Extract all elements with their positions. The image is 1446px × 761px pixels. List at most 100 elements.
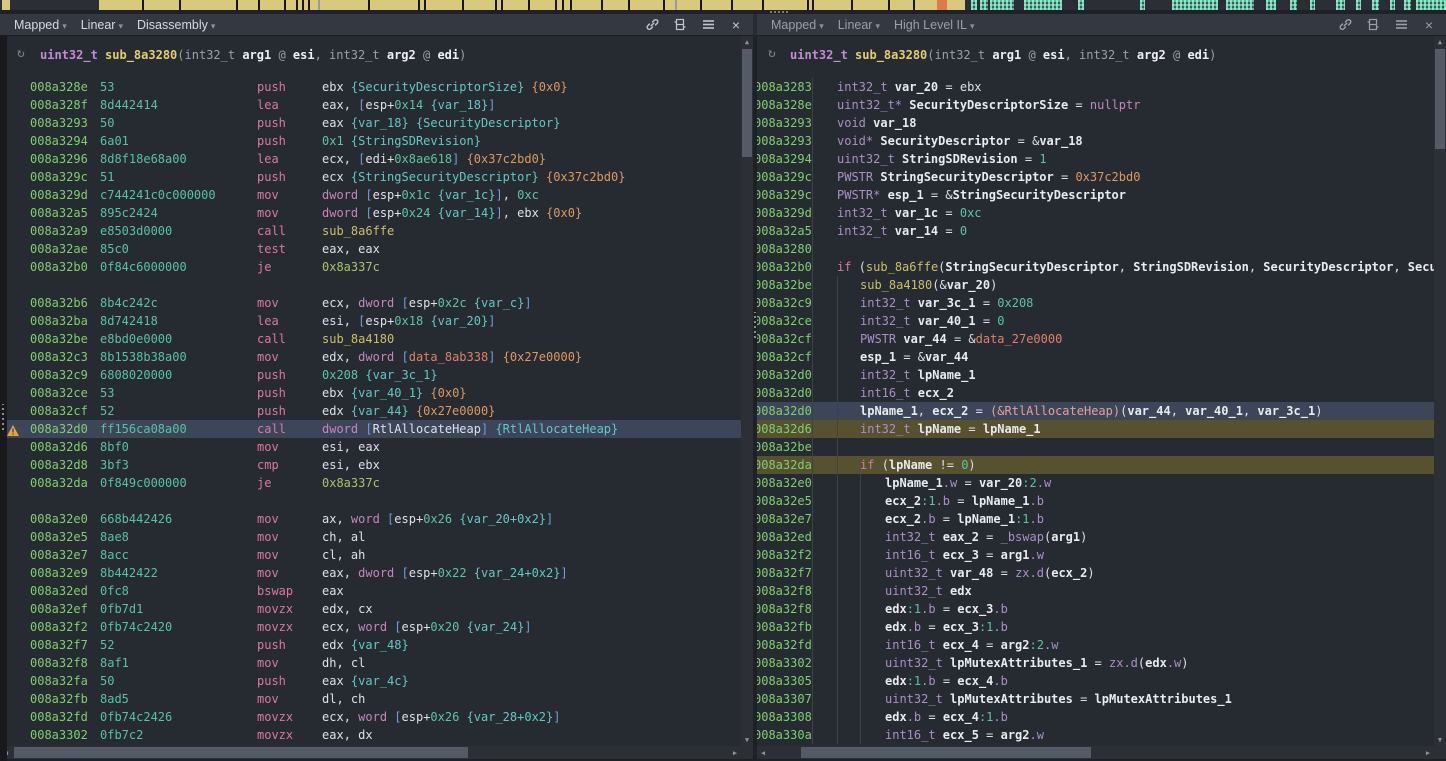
address[interactable]: 008a32fa [30, 672, 88, 690]
right-vertical-scrollbar[interactable]: ▲ ▼ [1434, 36, 1446, 746]
address[interactable]: 008a3293 [30, 114, 88, 132]
hlil-line[interactable]: 008a3305edx:1.b = ecx_4.b [757, 672, 1446, 690]
hlil-line[interactable]: 008a32b0if (sub_8a6ffe(StringSecurityDes… [757, 258, 1446, 276]
address[interactable]: 008a329c [757, 186, 812, 204]
address[interactable]: 008a32d0 [30, 420, 88, 438]
address[interactable]: 008a32ae [30, 240, 88, 258]
right-view-menu-mapped[interactable]: Mapped▾ [771, 18, 824, 32]
address[interactable]: 008a32fd [757, 636, 812, 654]
menu-icon[interactable] [701, 18, 715, 32]
hlil-line[interactable]: 008a32cfPWSTR var_44 = &data_27e0000 [757, 330, 1446, 348]
feature-map[interactable] [0, 0, 1446, 10]
close-icon[interactable]: × [1422, 18, 1436, 32]
disasm-line[interactable]: 008a32b68b4c242cmovecx, dword [esp+0x2c … [0, 294, 753, 312]
scroll-up-button[interactable]: ▲ [1434, 36, 1446, 48]
address[interactable]: 008a3294 [757, 150, 812, 168]
scrollbar-thumb[interactable] [14, 747, 468, 758]
address[interactable]: 008a32da [30, 474, 88, 492]
disasm-line[interactable]: 008a32968d8f18e68a00leaecx, [edi+0x8ae61… [0, 150, 753, 168]
address[interactable]: 008a32d0 [757, 366, 812, 384]
address[interactable]: 008a32cf [757, 330, 812, 348]
address[interactable]: 008a32f2 [30, 618, 88, 636]
disasm-line[interactable]: 008a328f8d442414leaeax, [esp+0x14 {var_1… [0, 96, 753, 114]
address[interactable]: 008a32b0 [30, 258, 88, 276]
disasm-line[interactable]: 008a32e0668b442426movax, word [esp+0x26 … [0, 510, 753, 528]
disasm-line[interactable]: 008a32f20fb74c2420movzxecx, word [esp+0x… [0, 618, 753, 636]
disasm-line[interactable]: 008a32ed0fc8bswapeax [0, 582, 753, 600]
address[interactable]: 008a3280 [757, 240, 812, 258]
hlil-line[interactable]: 008a32daif (lpName != 0) [757, 456, 1446, 474]
address[interactable]: 008a32ef [30, 600, 88, 618]
close-icon[interactable]: × [729, 18, 743, 32]
address[interactable]: 008a32e7 [30, 546, 88, 564]
address[interactable]: 008a3294 [30, 132, 88, 150]
left-horizontal-scrollbar[interactable]: ◀ ▶ [0, 746, 741, 759]
address[interactable]: 008a3308 [757, 708, 812, 726]
hlil-line[interactable]: 008a32d6int32_t lpName = lpName_1 [757, 420, 1446, 438]
feature-map-grip[interactable] [770, 11, 788, 13]
hlil-line[interactable]: 008a32be [757, 438, 1446, 456]
disasm-line[interactable]: 008a32fb8ad5movdl, ch [0, 690, 753, 708]
address[interactable]: 008a330a [757, 726, 812, 744]
hlil-line[interactable]: 008a329cPWSTR* esp_1 = &StringSecurityDe… [757, 186, 1446, 204]
hlil-line[interactable]: 008a32e0lpName_1.w = var_20:2.w [757, 474, 1446, 492]
scroll-left-button[interactable]: ◀ [757, 747, 769, 759]
address[interactable]: 008a32be [757, 438, 812, 456]
hlil-line[interactable]: 008a3280 [757, 240, 1446, 258]
hlil-line[interactable]: 008a32e5ecx_2:1.b = lpName_1.b [757, 492, 1446, 510]
address[interactable]: 008a32cf [30, 402, 88, 420]
split-view-icon[interactable] [1366, 18, 1380, 32]
address[interactable]: 008a32f7 [30, 636, 88, 654]
disasm-line[interactable]: 008a32bee8bd0e0000callsub_8a4180 [0, 330, 753, 348]
address[interactable]: 008a32e0 [757, 474, 812, 492]
hlil-line[interactable]: 008a32f2int16_t ecx_3 = arg1.w [757, 546, 1446, 564]
disasm-line[interactable]: 008a32e98b442422moveax, dword [esp+0x22 … [0, 564, 753, 582]
hlil-line[interactable]: 008a32besub_8a4180(&var_20) [757, 276, 1446, 294]
scrollbar-thumb[interactable] [742, 49, 752, 157]
hlil-line[interactable]: 008a32f8edx:1.b = ecx_3.b [757, 600, 1446, 618]
right-view-menu-hlil[interactable]: High Level IL▾ [894, 18, 975, 32]
address[interactable]: 008a3307 [757, 690, 812, 708]
address[interactable]: 008a3283 [757, 78, 812, 96]
address[interactable]: 008a32c9 [30, 366, 88, 384]
disasm-line[interactable]: 008a32ef0fb7d1movzxedx, cx [0, 600, 753, 618]
address[interactable]: 008a32cf [757, 348, 812, 366]
address[interactable]: 008a32f7 [757, 564, 812, 582]
scroll-right-button[interactable]: ▶ [1422, 747, 1434, 759]
address[interactable]: 008a329c [30, 168, 88, 186]
address[interactable]: 008a32d6 [30, 438, 88, 456]
address[interactable]: 008a32f8 [30, 654, 88, 672]
address[interactable]: 008a32f2 [757, 546, 812, 564]
hlil-line[interactable]: 008a32edint32_t eax_2 = _bswap(arg1) [757, 528, 1446, 546]
refresh-icon[interactable]: ↻ [768, 46, 776, 61]
address[interactable]: 008a32f8 [757, 582, 812, 600]
address[interactable]: 008a32ce [757, 312, 812, 330]
address[interactable]: 008a32b0 [757, 258, 812, 276]
address[interactable]: 008a3293 [757, 132, 812, 150]
hlil-line[interactable]: 008a3293void* SecurityDescriptor = &var_… [757, 132, 1446, 150]
hlil-line[interactable]: 008a32cfesp_1 = &var_44 [757, 348, 1446, 366]
disasm-line[interactable]: 008a32a9e8503d0000callsub_8a6ffe [0, 222, 753, 240]
address[interactable]: 008a32c9 [757, 294, 812, 312]
left-vertical-scrollbar[interactable]: ▲ ▼ [741, 36, 753, 746]
address[interactable]: 008a32e5 [30, 528, 88, 546]
hlil-line[interactable]: 008a32d0lpName_1, ecx_2 = (&RtlAllocateH… [757, 402, 1446, 420]
address[interactable]: 008a32e0 [30, 510, 88, 528]
hlil-line[interactable]: 008a32e7ecx_2.b = lpName_1:1.b [757, 510, 1446, 528]
refresh-icon[interactable]: ↻ [17, 46, 25, 61]
hlil-line[interactable]: 008a3294uint32_t StringSDRevision = 1 [757, 150, 1446, 168]
address[interactable]: 008a32ed [757, 528, 812, 546]
address[interactable]: 008a3302 [757, 654, 812, 672]
hlil-line[interactable]: 008a32a5int32_t var_14 = 0 [757, 222, 1446, 240]
address[interactable]: 008a329d [757, 204, 812, 222]
sidebar-edge-grip[interactable] [2, 404, 4, 430]
hlil-line[interactable]: 008a328euint32_t* SecurityDescriptorSize… [757, 96, 1446, 114]
hlil-line[interactable]: 008a330aint16_t ecx_5 = arg2.w [757, 726, 1446, 744]
disasm-line[interactable]: 008a32a5895c2424movdword [esp+0x24 {var_… [0, 204, 753, 222]
address[interactable]: 008a328e [30, 78, 88, 96]
split-view-icon[interactable] [673, 18, 687, 32]
address[interactable]: 008a32fd [30, 708, 88, 726]
right-view-menu-linear[interactable]: Linear▾ [838, 18, 880, 32]
disasm-line[interactable]: 008a32946a01push0x1 {StringSDRevision} [0, 132, 753, 150]
disasm-line[interactable]: 008a32ba8d742418leaesi, [esp+0x18 {var_2… [0, 312, 753, 330]
